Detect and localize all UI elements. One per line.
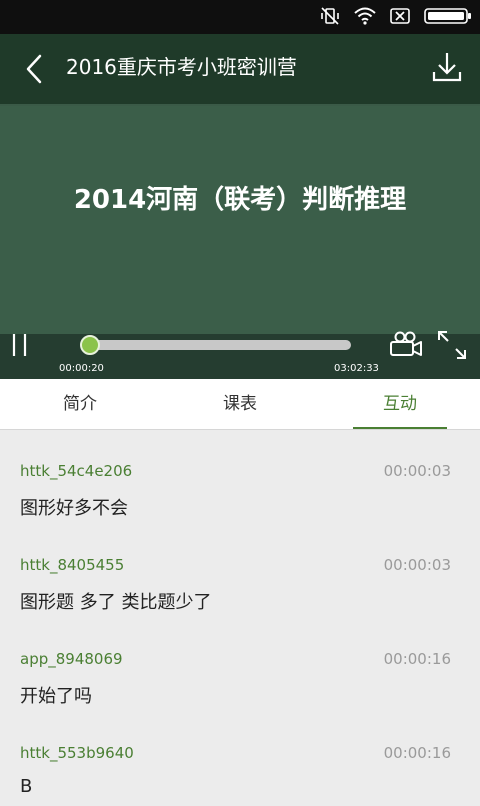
pause-icon[interactable]	[8, 330, 32, 360]
chat-list[interactable]: httk_54c4e206 00:00:03 图形好多不会 httk_84054…	[0, 430, 480, 800]
tab-intro[interactable]: 简介	[0, 379, 160, 430]
progress-track[interactable]	[88, 340, 351, 350]
chat-message: app_8948069 00:00:16 开始了吗	[0, 618, 480, 712]
tab-schedule[interactable]: 课表	[160, 379, 320, 430]
tab-bar: 简介 课表 互动	[0, 379, 480, 430]
course-title: 2016重庆市考小班密训营	[66, 52, 297, 82]
tab-interaction[interactable]: 互动	[320, 379, 480, 430]
message-username: httk_54c4e206	[20, 462, 132, 480]
status-bar	[0, 0, 480, 34]
status-icons	[320, 6, 472, 26]
total-time: 03:02:33	[334, 363, 379, 374]
current-time: 00:00:20	[59, 363, 104, 374]
no-sim-icon	[390, 7, 410, 25]
mute-vibrate-icon	[320, 6, 340, 26]
lesson-title: 2014河南（联考）判断推理	[0, 179, 480, 216]
video-player[interactable]: 2016重庆市考小班密训营 2014河南（联考）判断推理 00:00:20 03…	[0, 34, 480, 379]
message-time: 00:00:16	[384, 650, 451, 668]
download-icon[interactable]	[430, 50, 464, 84]
chat-message: httk_553b9640 00:00:16 B	[0, 712, 480, 806]
message-username: httk_553b9640	[20, 744, 134, 762]
progress-thumb[interactable]	[80, 335, 100, 355]
camera-icon[interactable]	[389, 330, 423, 358]
chat-message: httk_8405455 00:00:03 图形题 多了 类比题少了	[0, 524, 480, 618]
chat-message: httk_54c4e206 00:00:03 图形好多不会	[0, 430, 480, 524]
message-text: B	[20, 776, 32, 797]
message-text: 开始了吗	[20, 682, 92, 708]
fullscreen-icon[interactable]	[437, 330, 467, 360]
message-time: 00:00:03	[384, 462, 451, 480]
message-time: 00:00:03	[384, 556, 451, 574]
message-username: httk_8405455	[20, 556, 124, 574]
message-time: 00:00:16	[384, 744, 451, 762]
message-text: 图形好多不会	[20, 494, 128, 520]
active-tab-indicator	[353, 427, 447, 429]
battery-icon	[424, 7, 472, 25]
back-icon[interactable]	[22, 52, 52, 86]
blackboard	[0, 106, 480, 346]
message-text: 图形题 多了 类比题少了	[20, 588, 211, 614]
message-username: app_8948069	[20, 650, 123, 668]
wifi-icon	[354, 7, 376, 25]
